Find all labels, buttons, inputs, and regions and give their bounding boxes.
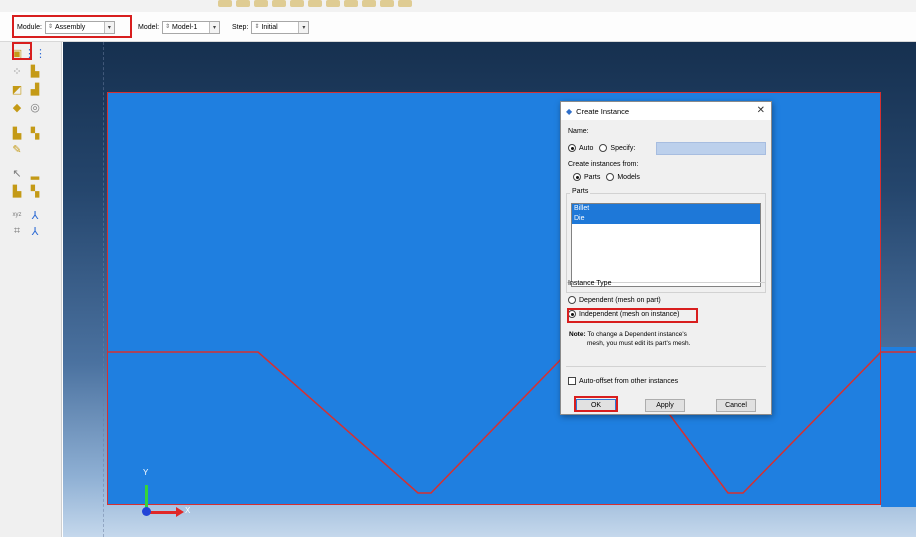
create-from-options: Parts Models xyxy=(573,173,640,181)
set-icon[interactable]: ▂ xyxy=(28,166,42,180)
list-item[interactable]: Billet xyxy=(572,204,760,214)
axis-triad-icon[interactable]: xyz xyxy=(10,208,24,222)
view-icon[interactable] xyxy=(308,0,322,7)
models-radio[interactable] xyxy=(606,173,615,181)
datum-axis-icon[interactable]: ▙ xyxy=(10,126,24,140)
dependent-option: Dependent (mesh on part) xyxy=(568,296,661,304)
spinner-icon: ⇕ xyxy=(165,24,171,30)
create-from-label: Create instances from: xyxy=(568,161,639,168)
dependent-label: Dependent (mesh on part) xyxy=(579,296,661,304)
triad-icon[interactable]: ⅄ xyxy=(28,224,42,238)
viewport[interactable]: Y X xyxy=(63,42,916,537)
dialog-app-icon: ◆ xyxy=(566,106,573,116)
auto-offset-option: Auto-offset from other instances xyxy=(568,377,678,385)
x-axis-label: X xyxy=(185,506,191,515)
chevron-down-icon[interactable]: ▾ xyxy=(298,21,309,33)
axis-origin-icon xyxy=(142,507,151,516)
datum-tool-icon[interactable]: ⌗ xyxy=(10,224,24,238)
note-label: Note: xyxy=(569,331,586,338)
step-value: Initial xyxy=(261,23,278,31)
note-line1: To change a Dependent instance's xyxy=(587,331,687,338)
reference-point-icon[interactable]: ⅄ xyxy=(28,208,42,222)
x-axis-arrowhead xyxy=(176,507,184,517)
dependent-radio[interactable] xyxy=(568,296,576,304)
view-icon[interactable] xyxy=(218,0,232,7)
surface-icon[interactable]: ▙ xyxy=(10,184,24,198)
view-icon[interactable] xyxy=(380,0,394,7)
auto-offset-checkbox[interactable] xyxy=(568,377,576,385)
model-label: Model: xyxy=(138,23,160,31)
parts-option-label: Parts xyxy=(584,173,601,181)
parts-radio[interactable] xyxy=(573,173,581,181)
close-icon[interactable]: ✕ xyxy=(757,105,765,116)
auto-radio[interactable] xyxy=(568,144,576,152)
die-profile xyxy=(107,351,916,494)
view-icon[interactable] xyxy=(254,0,268,7)
coordinate-system-icon[interactable]: ▚ xyxy=(28,184,42,198)
parts-group-title: Parts xyxy=(570,188,591,195)
models-option-label: Models xyxy=(617,173,640,181)
name-options: Auto Specify: xyxy=(568,144,635,152)
ok-highlight xyxy=(574,396,618,412)
specify-name-input[interactable] xyxy=(656,142,766,155)
module-highlight xyxy=(12,15,132,38)
datum-csys-icon[interactable]: ✎ xyxy=(10,142,24,156)
spinner-icon: ⇕ xyxy=(254,24,260,30)
step-label: Step: xyxy=(232,23,249,31)
datum-point-icon[interactable]: ◎ xyxy=(28,100,42,114)
step-selector: Step: ⇕ Initial ▾ xyxy=(232,20,310,34)
note-text: Note: To change a Dependent instance's m… xyxy=(569,330,765,348)
dialog-title: Create Instance xyxy=(576,106,630,116)
auto-offset-label: Auto-offset from other instances xyxy=(579,377,679,385)
specify-label: Specify: xyxy=(610,144,636,152)
separator xyxy=(566,366,766,367)
create-instance-dialog: ◆ Create Instance ✕ Name: Auto Specify: … xyxy=(560,101,772,415)
constraint-icon[interactable]: ▟ xyxy=(28,82,42,96)
view-icon[interactable] xyxy=(236,0,250,7)
independent-highlight xyxy=(567,308,698,323)
die-outline xyxy=(107,351,916,494)
view-icon[interactable] xyxy=(290,0,304,7)
chevron-down-icon[interactable]: ▾ xyxy=(209,21,220,33)
view-icon[interactable] xyxy=(344,0,358,7)
rotate-icon[interactable]: ▙ xyxy=(28,64,42,78)
view-icon[interactable] xyxy=(326,0,340,7)
specify-radio[interactable] xyxy=(599,144,608,152)
datum-plane-icon[interactable]: ▚ xyxy=(28,126,42,140)
parts-list[interactable]: Billet Die xyxy=(571,203,761,287)
apply-button[interactable]: Apply xyxy=(645,399,685,412)
create-instance-highlight xyxy=(12,42,32,60)
module-toolbox: ▣ ⋮⋮ ⁘ ▙ ◩ ▟ ◆ ◎ ▙ ▚ ✎ ↖ ▂ ▙ ▚ xyz ⅄ ⌗ ⅄ xyxy=(0,42,62,537)
partition-icon[interactable]: ↖ xyxy=(10,166,24,180)
model-selector: Model: ⇕ Model-1 ▾ xyxy=(138,20,221,34)
note-line2: mesh, you must edit its part's mesh. xyxy=(587,340,691,347)
top-toolbar xyxy=(0,0,916,12)
y-axis-label: Y xyxy=(143,468,149,477)
view-icon[interactable] xyxy=(362,0,376,7)
step-combo[interactable]: ⇕ Initial ▾ xyxy=(251,20,310,34)
list-item[interactable]: Die xyxy=(572,214,760,224)
view-icon[interactable] xyxy=(398,0,412,7)
merge-cut-icon[interactable]: ◆ xyxy=(10,100,24,114)
model-value: Model-1 xyxy=(172,23,198,31)
dialog-titlebar[interactable]: ◆ Create Instance ✕ xyxy=(561,102,771,120)
translate-icon[interactable]: ⁘ xyxy=(10,64,24,78)
name-label: Name: xyxy=(568,128,589,135)
auto-label: Auto xyxy=(579,144,594,152)
cancel-button[interactable]: Cancel xyxy=(716,399,756,412)
model-combo[interactable]: ⇕ Model-1 ▾ xyxy=(162,20,221,34)
instance-type-title: Instance Type xyxy=(568,280,612,287)
toolbar-icons[interactable] xyxy=(218,0,468,10)
view-icon[interactable] xyxy=(272,0,286,7)
translate-to-icon[interactable]: ◩ xyxy=(10,82,24,96)
